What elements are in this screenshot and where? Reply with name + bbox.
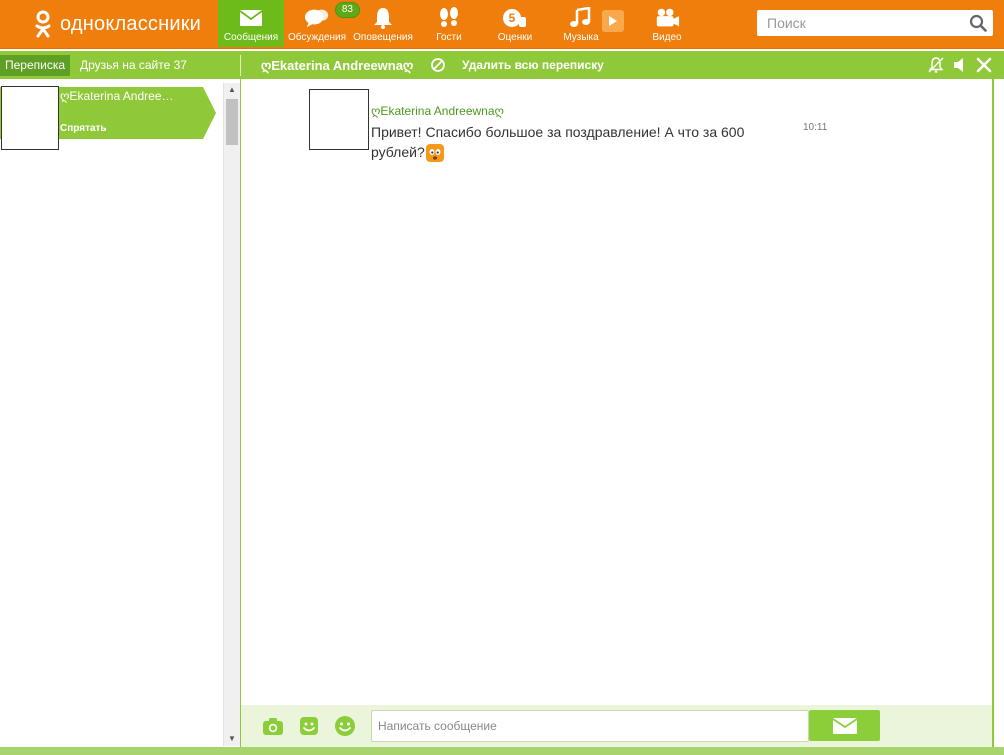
smiley-icon[interactable]: [334, 715, 356, 737]
nav-guests-label: Гости: [436, 32, 462, 43]
footprints-icon: [436, 7, 462, 29]
avatar[interactable]: [1, 86, 59, 150]
chat-bubbles-icon: [304, 7, 330, 29]
svg-text:5: 5: [509, 11, 516, 25]
nav-guests[interactable]: Гости: [416, 0, 482, 46]
nav-notifications[interactable]: Оповещения: [350, 0, 416, 46]
dialog-name: ღEkaterina Andree…: [60, 89, 174, 103]
search-input[interactable]: [757, 10, 967, 36]
send-button[interactable]: [809, 710, 880, 741]
dialog-list: ღEkaterina Andree… Спрятать: [0, 79, 242, 747]
logo-text: одноклассники: [60, 12, 202, 35]
block-icon[interactable]: [430, 57, 446, 73]
dialog-list-item[interactable]: ღEkaterina Andree… Спрятать: [0, 86, 216, 150]
message-author[interactable]: ღEkaterina Andreewnaღ: [371, 104, 504, 118]
sound-icon[interactable]: [952, 56, 968, 74]
nav-ratings-label: Оценки: [497, 32, 533, 43]
chat-messages: ღEkaterina Andreewnaღ Привет! Спасибо бо…: [241, 79, 994, 705]
header-actions: [928, 56, 992, 74]
tab-correspondence[interactable]: Переписка: [0, 55, 71, 76]
message-time: 10:11: [803, 122, 828, 133]
scroll-down-arrow-icon[interactable]: ▼: [224, 732, 240, 746]
main-nav: Сообщения 83 Обсуждения Оповещения Гости…: [218, 0, 700, 48]
send-envelope-icon: [832, 717, 857, 734]
header-divider: [240, 55, 241, 76]
nav-video[interactable]: Видео: [634, 0, 700, 46]
hide-dialog-link[interactable]: Спрятать: [60, 123, 107, 134]
compose-bar: [241, 705, 994, 747]
surprised-face-icon: [425, 144, 444, 163]
delete-all-button[interactable]: Удалить всю переписку: [462, 55, 604, 76]
ok-logo-icon: [35, 10, 51, 38]
scroll-up-arrow-icon[interactable]: ▲: [224, 83, 240, 97]
nav-notifications-label: Оповещения: [353, 32, 413, 43]
rating-five-icon: 5: [502, 7, 528, 29]
video-camera-icon: [654, 7, 680, 29]
camera-icon[interactable]: [262, 715, 284, 737]
message-input[interactable]: [371, 710, 809, 742]
envelope-icon: [238, 7, 264, 29]
message-body: Привет! Спасибо большое за поздравление!…: [371, 122, 771, 163]
messages-header: Переписка Друзья на сайте 37 ღEkaterina …: [0, 51, 1004, 79]
dialog-list-scrollbar[interactable]: ▲ ▼: [223, 83, 240, 746]
tab-friends-online[interactable]: Друзья на сайте 37: [75, 55, 192, 76]
nav-messages-label: Сообщения: [223, 32, 279, 43]
nav-discussions[interactable]: 83 Обсуждения: [284, 0, 360, 46]
top-bar: одноклассники Сообщения 83 Обсуждения Оп…: [0, 0, 1004, 49]
scroll-thumb[interactable]: [226, 99, 238, 145]
bottom-strip: [0, 747, 1004, 755]
search-box: [757, 10, 993, 36]
logo[interactable]: одноклассники: [34, 7, 201, 41]
close-icon[interactable]: [976, 56, 992, 74]
nav-music-label: Музыка: [563, 32, 599, 43]
chat-title[interactable]: ღEkaterina Andreewnaღ: [261, 55, 413, 76]
nav-video-label: Видео: [652, 32, 682, 43]
music-note-icon: [568, 7, 594, 29]
music-play-icon[interactable]: [602, 10, 624, 32]
bell-icon: [370, 7, 396, 29]
message-avatar[interactable]: [309, 89, 369, 150]
sticker-icon[interactable]: [298, 715, 320, 737]
bell-mute-icon[interactable]: [928, 56, 944, 74]
nav-messages[interactable]: Сообщения: [218, 0, 284, 47]
search-icon[interactable]: [969, 14, 987, 32]
nav-music[interactable]: Музыка: [548, 0, 624, 46]
nav-discussions-label: Обсуждения: [287, 32, 347, 43]
nav-ratings[interactable]: 5 Оценки: [482, 0, 548, 46]
